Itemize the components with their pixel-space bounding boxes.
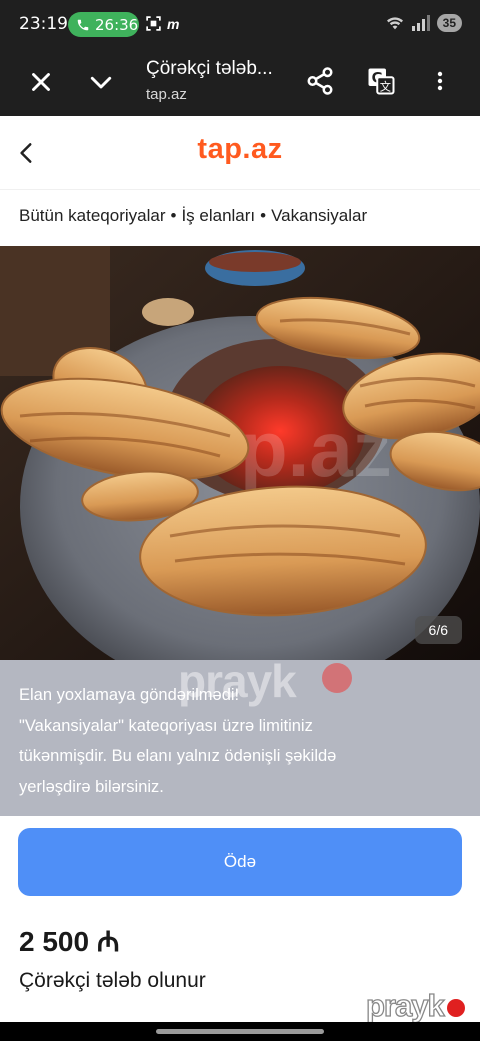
browser-toolbar: Çörəkçi tələb... tap.az G文 [0, 48, 480, 116]
browser-url: tap.az [146, 86, 187, 103]
listing-photo[interactable]: p.az 6/6 [0, 246, 480, 660]
signal-icon [411, 15, 430, 31]
browser-page-title: Çörəkçi tələb... [146, 58, 273, 79]
more-vert-icon[interactable] [428, 66, 452, 96]
chevron-down-icon[interactable] [86, 67, 116, 97]
wifi-icon [386, 17, 403, 30]
system-nav-bar [0, 1022, 480, 1041]
photo-counter: 6/6 [414, 616, 462, 644]
translate-icon[interactable]: G文 [366, 66, 396, 96]
pay-button[interactable]: Ödə [18, 828, 462, 896]
alert-line-2: "Vakansiyalar" kateqoriyası üzrə limitin… [19, 716, 313, 735]
listing-title: Çörəkçi tələb olunur [19, 969, 206, 992]
corner-watermark-dot [447, 999, 465, 1017]
listing-price: 2 500 ₼ [19, 926, 120, 957]
call-timer: 26:36 [95, 15, 139, 34]
m-icon: m [167, 16, 180, 32]
breadcrumb-item-vacancies[interactable]: Vakansiyalar [271, 206, 367, 225]
status-time: 23:19 [19, 14, 68, 34]
status-bar: 23:19 26:36 m 35 [0, 0, 480, 48]
alert-line-3: tükənmişdir. Bu elanı yalnız ödənişli şə… [19, 747, 337, 765]
site-logo[interactable]: tap.az [0, 133, 480, 166]
breadcrumb-separator: • [170, 206, 177, 225]
svg-text:文: 文 [380, 79, 391, 93]
alert-watermark-dot [322, 663, 352, 693]
tandoor-bread-image: p.az [0, 246, 480, 660]
share-icon[interactable] [305, 66, 335, 96]
breadcrumb-separator: • [260, 206, 267, 225]
corner-watermark: prayk [365, 987, 445, 1023]
site-header: tap.az [0, 116, 480, 190]
call-timer-pill[interactable]: 26:36 [68, 12, 139, 37]
close-icon[interactable] [26, 67, 56, 97]
alert-line-4: yerləşdirə bilərsiniz. [19, 777, 164, 796]
battery-indicator: 35 [436, 14, 462, 32]
screenshot-icon [146, 16, 161, 31]
gesture-handle[interactable] [156, 1029, 324, 1034]
status-right-group: 35 [385, 14, 462, 32]
breadcrumb-item-all-categories[interactable]: Bütün kateqoriyalar [19, 206, 165, 225]
breadcrumb: Bütün kateqoriyalar • İş elanları • Vakansiy… [19, 206, 367, 226]
alert-watermark: prayk [178, 655, 297, 707]
alert-banner: prayk Elan yoxlamaya göndərilmədi! "Vaka… [0, 655, 480, 816]
phone-icon [77, 19, 89, 30]
breadcrumb-item-jobs[interactable]: İş elanları [181, 206, 255, 225]
